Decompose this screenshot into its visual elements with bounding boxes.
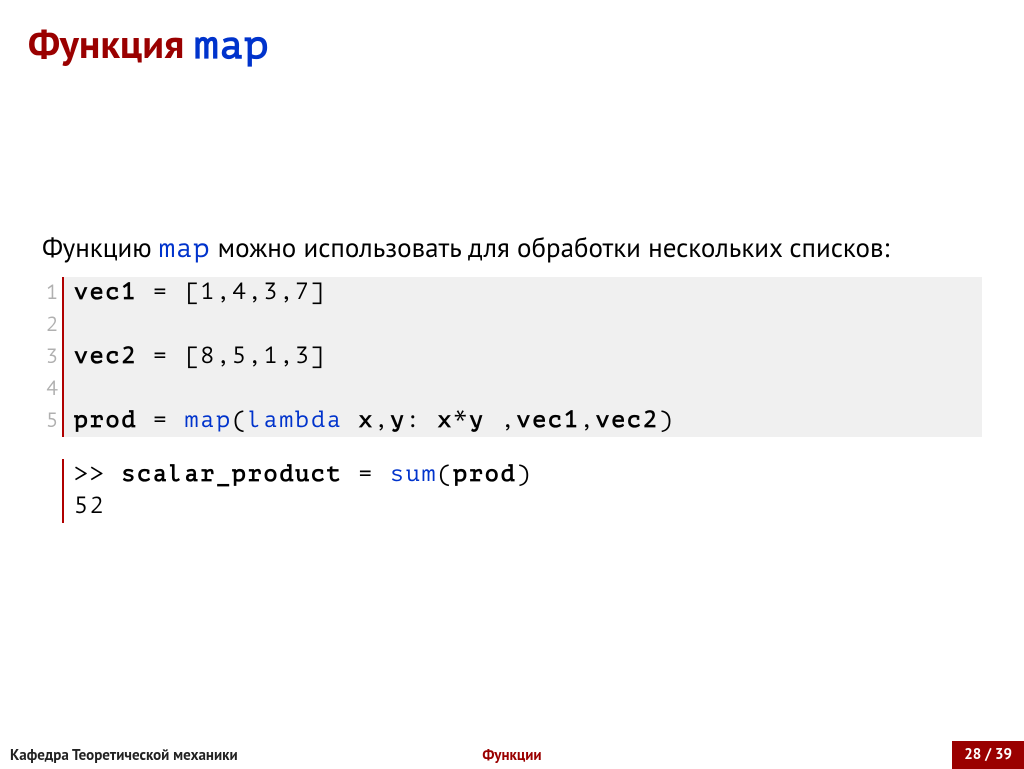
footer-left: Кафедра Теоретической механики bbox=[0, 746, 238, 765]
footer-page-badge: 28 / 39 bbox=[952, 741, 1024, 769]
output-token: >> bbox=[74, 462, 121, 487]
code-token-var: vec2 bbox=[596, 408, 659, 433]
output-token: ( bbox=[437, 462, 453, 487]
output-token-builtin: sum bbox=[390, 462, 437, 487]
code-token: , bbox=[580, 408, 596, 433]
code-token-var: x bbox=[358, 408, 374, 433]
code-area: vec1 = [1,4,3,7] vec2 = [8,5,1,3] prod =… bbox=[62, 277, 982, 437]
line-number: 3 bbox=[42, 341, 58, 373]
title-word: Функция bbox=[28, 18, 184, 70]
code-token: , bbox=[485, 408, 517, 433]
output-line: 52 bbox=[74, 491, 982, 523]
code-token-var: y bbox=[469, 408, 485, 433]
code-line: prod = map(lambda x,y: x*y ,vec1,vec2) bbox=[74, 405, 982, 437]
title-code: map bbox=[194, 24, 269, 68]
body-suffix: можно использовать для обработки несколь… bbox=[210, 231, 889, 265]
body-text: Функцию map можно использовать для обраб… bbox=[42, 230, 982, 267]
body-prefix: Функцию bbox=[42, 231, 159, 265]
code-token-var: y bbox=[390, 408, 406, 433]
code-token: = bbox=[137, 408, 184, 433]
code-token: , bbox=[374, 408, 390, 433]
code-token: = [1,4,3,7] bbox=[137, 280, 327, 305]
footer-center: Функции bbox=[482, 746, 541, 765]
code-token-var: vec1 bbox=[517, 408, 580, 433]
code-line bbox=[74, 373, 982, 405]
body-inline-code: map bbox=[159, 234, 211, 264]
code-token-var: vec2 bbox=[74, 344, 137, 369]
slide-content: Функцию map можно использовать для обраб… bbox=[0, 70, 1024, 523]
output-token: ) bbox=[516, 462, 532, 487]
line-number: 2 bbox=[42, 309, 58, 341]
code-token-var: vec1 bbox=[74, 280, 137, 305]
code-token: ) bbox=[659, 408, 675, 433]
footer: Кафедра Теоретической механики Функции 2… bbox=[0, 741, 1024, 769]
code-token: : bbox=[406, 408, 438, 433]
output-token-var: prod bbox=[453, 462, 516, 487]
slide-title: Функция map bbox=[0, 0, 1024, 70]
output-block: >> scalar_product = sum(prod) 52 bbox=[62, 459, 982, 523]
code-token-builtin: map bbox=[185, 408, 232, 433]
output-line: >> scalar_product = sum(prod) bbox=[74, 459, 982, 491]
code-line: vec2 = [8,5,1,3] bbox=[74, 341, 982, 373]
line-number: 5 bbox=[42, 405, 58, 437]
code-token-var: prod bbox=[74, 408, 137, 433]
line-number: 1 bbox=[42, 277, 58, 309]
output-token-var: scalar_product bbox=[121, 462, 342, 487]
code-token: * bbox=[453, 408, 469, 433]
code-token: = [8,5,1,3] bbox=[137, 344, 327, 369]
output-token: 52 bbox=[74, 494, 106, 519]
code-block: 1 2 3 4 5 vec1 = [1,4,3,7] vec2 = [8,5,1… bbox=[42, 277, 982, 437]
output-token: = bbox=[343, 462, 390, 487]
code-gutter: 1 2 3 4 5 bbox=[42, 277, 62, 437]
code-line bbox=[74, 309, 982, 341]
code-token-var: x bbox=[438, 408, 454, 433]
code-token bbox=[343, 408, 359, 433]
code-token: ( bbox=[232, 408, 248, 433]
code-token-keyword: lambda bbox=[248, 408, 343, 433]
code-line: vec1 = [1,4,3,7] bbox=[74, 277, 982, 309]
line-number: 4 bbox=[42, 373, 58, 405]
